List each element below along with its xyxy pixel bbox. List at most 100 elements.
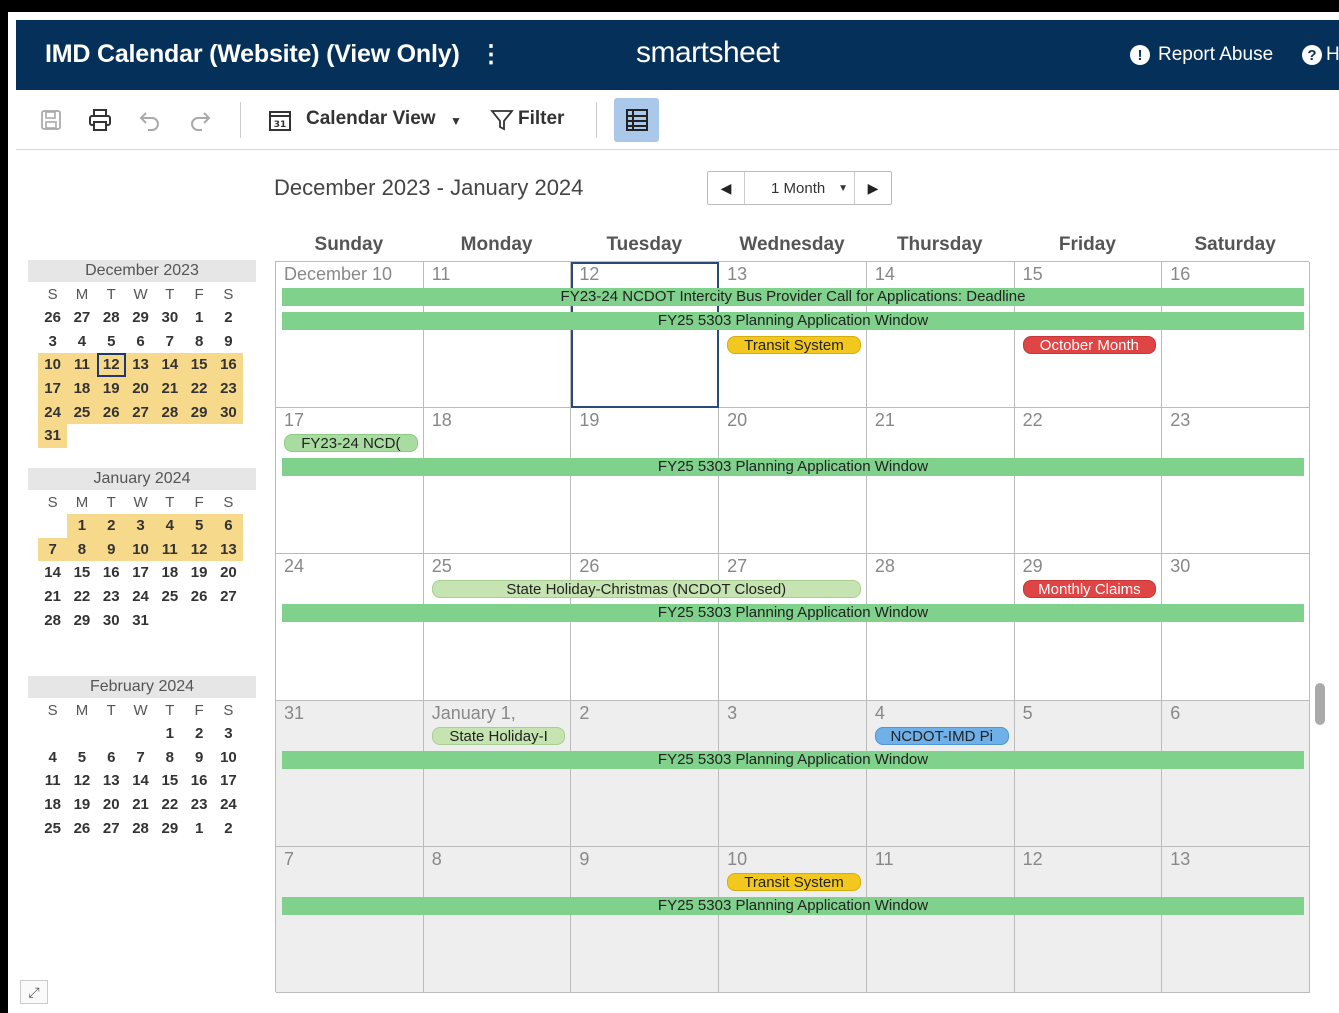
mini-day[interactable]: 16 <box>97 561 126 585</box>
calendar-day-cell[interactable]: 2 <box>571 700 720 847</box>
mini-day[interactable]: 5 <box>67 746 96 770</box>
sheet-title[interactable]: IMD Calendar (Website) (View Only) <box>45 40 460 69</box>
mini-day[interactable]: 29 <box>184 400 214 425</box>
more-menu-icon[interactable]: ⋮ <box>479 40 503 69</box>
calendar-day-cell[interactable]: January 1, <box>423 700 572 847</box>
mini-day[interactable]: 7 <box>155 330 184 354</box>
mini-day[interactable]: 26 <box>38 306 67 330</box>
mini-day[interactable]: 15 <box>155 769 184 793</box>
calendar-day-cell[interactable]: 27 <box>719 554 867 701</box>
chevron-down-icon[interactable]: ▼ <box>450 114 462 128</box>
event-pill[interactable]: State Holiday-Christmas (NCDOT Closed) <box>431 580 861 599</box>
report-abuse-link[interactable]: ! Report Abuse <box>1130 44 1273 66</box>
vertical-scrollbar[interactable] <box>1315 683 1325 725</box>
mini-day[interactable]: 24 <box>126 585 155 609</box>
mini-day[interactable]: 29 <box>67 609 96 633</box>
mini-day[interactable]: 13 <box>97 769 126 793</box>
calendar-day-cell[interactable]: 11 <box>866 846 1015 993</box>
calendar-day-cell[interactable]: 16 <box>1162 262 1310 409</box>
mini-day[interactable]: 23 <box>213 377 244 401</box>
mini-day[interactable]: 11 <box>38 769 67 793</box>
mini-day[interactable]: 4 <box>38 746 67 770</box>
mini-day[interactable]: 9 <box>184 746 213 770</box>
calendar-day-cell[interactable]: 18 <box>423 408 572 555</box>
mini-day[interactable]: 10 <box>125 537 156 562</box>
mini-day[interactable]: 9 <box>214 330 243 354</box>
mini-day[interactable]: 19 <box>67 793 96 817</box>
mini-day[interactable]: 3 <box>125 514 156 538</box>
mini-day[interactable]: 24 <box>38 400 68 425</box>
mini-day[interactable]: 15 <box>184 353 214 378</box>
mini-day[interactable]: 18 <box>38 793 67 817</box>
mini-day[interactable]: 25 <box>67 400 97 425</box>
mini-day[interactable]: 13 <box>213 537 244 562</box>
calendar-day-cell[interactable]: 6 <box>1162 700 1310 847</box>
mini-day[interactable]: 1 <box>184 817 213 841</box>
calendar-day-cell[interactable]: 11 <box>423 262 572 409</box>
mini-day[interactable]: 17 <box>126 561 155 585</box>
mini-day[interactable]: 8 <box>67 537 97 562</box>
mini-day[interactable]: 11 <box>155 537 185 562</box>
calendar-day-cell[interactable]: 19 <box>571 408 720 555</box>
mini-day[interactable]: 5 <box>97 330 126 354</box>
calendar-day-cell[interactable]: 14 <box>866 262 1015 409</box>
mini-day[interactable]: 27 <box>97 817 126 841</box>
mini-day[interactable]: 27 <box>67 306 96 330</box>
mini-day[interactable]: 4 <box>67 330 96 354</box>
mini-day[interactable]: 21 <box>155 377 185 401</box>
mini-day[interactable]: 16 <box>184 769 213 793</box>
mini-day[interactable]: 20 <box>125 377 156 401</box>
calendar-day-cell[interactable]: 25 <box>423 554 572 701</box>
multi-day-event-bar[interactable]: FY25 5303 Planning Application Window <box>282 312 1304 330</box>
mini-day[interactable]: 2 <box>214 306 243 330</box>
mini-day[interactable]: 26 <box>184 585 213 609</box>
mini-day[interactable]: 21 <box>126 793 155 817</box>
multi-day-event-bar[interactable]: FY25 5303 Planning Application Window <box>282 604 1304 623</box>
calendar-day-cell[interactable]: 17 <box>276 408 424 555</box>
grid-view-button[interactable] <box>614 98 659 142</box>
mini-day[interactable]: 7 <box>126 746 155 770</box>
next-period-button[interactable]: ▶ <box>855 172 891 204</box>
event-pill[interactable]: Monthly Claims <box>1022 580 1157 599</box>
mini-day[interactable]: 3 <box>38 330 67 354</box>
calendar-day-cell[interactable]: 21 <box>866 408 1015 555</box>
mini-day[interactable]: 16 <box>213 353 244 378</box>
mini-day[interactable]: 29 <box>155 817 184 841</box>
mini-day[interactable]: 6 <box>97 746 126 770</box>
mini-day[interactable]: 18 <box>67 377 97 401</box>
mini-day[interactable]: 6 <box>126 330 155 354</box>
mini-day[interactable]: 29 <box>126 306 155 330</box>
mini-day[interactable]: 8 <box>155 746 184 770</box>
mini-day[interactable]: 23 <box>184 793 213 817</box>
calendar-day-cell[interactable]: 31 <box>276 700 424 847</box>
calendar-day-cell[interactable]: 12 <box>1014 846 1163 993</box>
calendar-day-cell[interactable]: 29 <box>1014 554 1163 701</box>
event-pill[interactable]: NCDOT-IMD Pi <box>874 726 1009 745</box>
redo-icon[interactable] <box>186 106 214 134</box>
mini-day[interactable]: 8 <box>184 330 213 354</box>
mini-day[interactable]: 17 <box>214 769 243 793</box>
calendar-day-cell[interactable]: December 10 <box>276 262 424 409</box>
calendar-day-cell[interactable]: 9 <box>571 846 720 993</box>
mini-day[interactable]: 14 <box>38 561 67 585</box>
mini-day[interactable]: 19 <box>184 561 213 585</box>
mini-day[interactable]: 20 <box>97 793 126 817</box>
mini-day[interactable]: 1 <box>67 514 97 538</box>
calendar-view-dropdown[interactable]: Calendar View <box>306 108 436 130</box>
mini-day[interactable]: 17 <box>38 377 68 401</box>
calendar-day-cell[interactable]: 23 <box>1162 408 1310 555</box>
mini-day[interactable]: 19 <box>96 377 126 401</box>
mini-day[interactable]: 28 <box>97 306 126 330</box>
period-select[interactable]: 1 Month ▼ <box>744 172 855 204</box>
mini-day[interactable]: 30 <box>97 609 126 633</box>
mini-day[interactable]: 7 <box>38 537 68 562</box>
mini-day[interactable]: 31 <box>38 424 68 449</box>
calendar-day-cell[interactable]: 5 <box>1014 700 1163 847</box>
multi-day-event-bar[interactable]: FY25 5303 Planning Application Window <box>282 458 1304 477</box>
calendar-day-cell[interactable]: 24 <box>276 554 424 701</box>
mini-day[interactable]: 13 <box>125 353 156 378</box>
mini-day[interactable]: 11 <box>67 353 97 378</box>
mini-day[interactable]: 3 <box>214 722 243 746</box>
mini-day[interactable]: 22 <box>155 793 184 817</box>
mini-day[interactable]: 9 <box>96 537 126 562</box>
